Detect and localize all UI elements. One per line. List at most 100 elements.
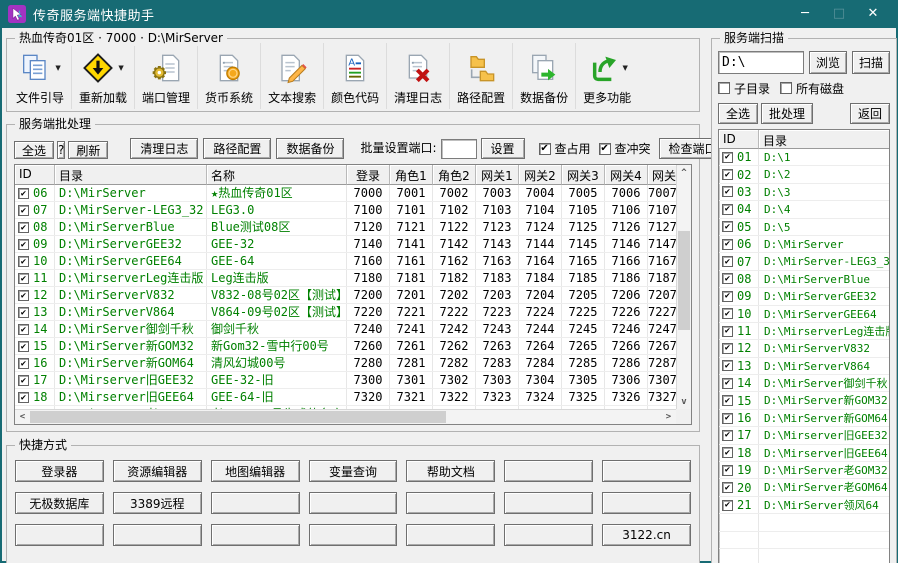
check-occupied-group[interactable]: ✔ 查占用 xyxy=(539,138,591,159)
scan-list-row[interactable]: ✔15D:\MirServer新GOM32 xyxy=(719,392,889,409)
row-checkbox[interactable]: ✔ xyxy=(18,188,29,199)
scroll-up-icon[interactable]: ^ xyxy=(677,165,691,180)
scan-list-row[interactable]: ✔21D:\MirServer领风64 xyxy=(719,497,889,514)
close-button[interactable]: ✕ xyxy=(864,5,882,23)
shortcut-button-empty[interactable] xyxy=(309,492,398,514)
scan-row-checkbox[interactable]: ✔ xyxy=(722,204,733,215)
toolbar-button-clear-log[interactable]: 清理日志 xyxy=(386,43,449,109)
scan-list-row[interactable]: ✔03D:\3 xyxy=(719,184,889,201)
shortcut-button[interactable]: 3122.cn xyxy=(602,524,691,546)
shortcut-button-empty[interactable] xyxy=(15,524,104,546)
table-row[interactable]: ✔17D:\Mirserver旧GEE32GEE-32-旧73007301730… xyxy=(15,372,676,389)
column-header[interactable]: 网关1 xyxy=(476,165,519,185)
row-checkbox[interactable]: ✔ xyxy=(18,392,29,403)
select-all-button[interactable]: 全选 xyxy=(14,141,54,159)
dropdown-arrow-icon[interactable]: ▼ xyxy=(622,64,627,72)
table-row[interactable]: ✔09D:\MirServerGEE32GEE-3271407141714271… xyxy=(15,236,676,253)
dropdown-arrow-icon[interactable]: ▼ xyxy=(55,64,60,72)
column-header[interactable]: 网关3 xyxy=(562,165,605,185)
scan-row-checkbox[interactable]: ✔ xyxy=(722,482,733,493)
shortcut-button[interactable]: 资源编辑器 xyxy=(113,460,202,482)
row-checkbox[interactable]: ✔ xyxy=(18,256,29,267)
column-header[interactable]: 网关4 xyxy=(605,165,648,185)
scroll-down-icon[interactable]: v xyxy=(677,394,691,409)
scroll-left-icon[interactable]: < xyxy=(15,410,30,424)
scan-row-checkbox[interactable]: ✔ xyxy=(722,326,733,337)
toolbar-button-port-manage[interactable]: 端口管理 xyxy=(134,43,197,109)
scan-row-checkbox[interactable]: ✔ xyxy=(722,152,733,163)
toolbar-button-text-search[interactable]: 文本搜索 xyxy=(260,43,323,109)
row-checkbox[interactable]: ✔ xyxy=(18,273,29,284)
column-header[interactable]: 网关2 xyxy=(519,165,562,185)
shortcut-button-empty[interactable] xyxy=(406,524,495,546)
vertical-scrollbar[interactable]: ^ v xyxy=(676,165,691,409)
refresh-button[interactable]: 刷新 xyxy=(68,141,108,159)
scan-list-row[interactable]: ✔08D:\MirServerBlue xyxy=(719,271,889,288)
scan-row-checkbox[interactable]: ✔ xyxy=(722,256,733,267)
horizontal-scroll-thumb[interactable] xyxy=(30,411,446,423)
scan-row-checkbox[interactable]: ✔ xyxy=(722,430,733,441)
scan-row-checkbox[interactable]: ✔ xyxy=(722,239,733,250)
scan-list-row[interactable]: ✔17D:\Mirserver旧GEE32 xyxy=(719,427,889,444)
row-checkbox[interactable]: ✔ xyxy=(18,375,29,386)
scan-list-row[interactable]: ✔12D:\MirServerV832 xyxy=(719,340,889,357)
scan-column-header[interactable]: 目录 xyxy=(759,130,889,149)
dropdown-arrow-icon[interactable]: ▼ xyxy=(118,64,123,72)
browse-button[interactable]: 浏览 xyxy=(809,51,847,74)
scan-row-checkbox[interactable]: ✔ xyxy=(722,465,733,476)
table-row[interactable]: ✔11D:\MirserverLeg连击版Leg连击版7180718171827… xyxy=(15,270,676,287)
scan-path-input[interactable] xyxy=(718,51,804,74)
table-row[interactable]: ✔08D:\MirServerBlueBlue测试08区712071217122… xyxy=(15,219,676,236)
column-header[interactable]: 角色1 xyxy=(390,165,433,185)
scan-list-row[interactable]: ✔19D:\MirServer老GOM32 xyxy=(719,462,889,479)
shortcut-button[interactable]: 帮助文档 xyxy=(406,460,495,482)
help-button[interactable]: ? xyxy=(57,141,65,159)
toolbar-button-file-guide[interactable]: ▼ 文件引导 xyxy=(9,43,71,109)
toolbar-button-path-config[interactable]: 路径配置 xyxy=(449,43,512,109)
scan-list-row[interactable]: ✔07D:\MirServer-LEG3_32 xyxy=(719,253,889,270)
scan-list-row[interactable]: ✔20D:\MirServer老GOM64 xyxy=(719,479,889,496)
batch-port-input[interactable] xyxy=(441,139,477,159)
shortcut-button-empty[interactable] xyxy=(113,524,202,546)
shortcut-button[interactable]: 变量查询 xyxy=(309,460,398,482)
scan-row-checkbox[interactable]: ✔ xyxy=(722,360,733,371)
scan-row-checkbox[interactable]: ✔ xyxy=(722,413,733,424)
vertical-scroll-track[interactable] xyxy=(677,180,691,394)
shortcut-button[interactable]: 地图编辑器 xyxy=(211,460,300,482)
column-header[interactable]: 角色2 xyxy=(433,165,476,185)
scan-batch-button[interactable]: 批处理 xyxy=(761,103,813,124)
row-checkbox[interactable]: ✔ xyxy=(18,341,29,352)
toolbar-button-more-features[interactable]: ▼ 更多功能 xyxy=(575,43,638,109)
scan-list-row[interactable]: ✔04D:\4 xyxy=(719,201,889,218)
table-row[interactable]: ✔18D:\Mirserver旧GEE64GEE-64-旧73207321732… xyxy=(15,389,676,406)
table-row[interactable]: ✔15D:\MirServer新GOM32新Gom32-雪中行00号726072… xyxy=(15,338,676,355)
row-checkbox[interactable]: ✔ xyxy=(18,239,29,250)
toolbar-button-data-backup[interactable]: 数据备份 xyxy=(512,43,575,109)
scan-list-row[interactable]: ✔01D:\1 xyxy=(719,149,889,166)
row-checkbox[interactable]: ✔ xyxy=(18,324,29,335)
table-row[interactable]: ✔16D:\MirServer新GOM64清风幻城00号728072817282… xyxy=(15,355,676,372)
toolbar-button-reload[interactable]: ▼ 重新加载 xyxy=(71,43,134,109)
scan-row-checkbox[interactable]: ✔ xyxy=(722,343,733,354)
column-header[interactable]: 目录 xyxy=(55,165,207,185)
scan-list-row[interactable]: ✔11D:\MirserverLeg连击版 xyxy=(719,323,889,340)
table-row[interactable]: ✔07D:\MirServer-LEG3_32LEG3.071007101710… xyxy=(15,202,676,219)
scroll-right-icon[interactable]: > xyxy=(661,410,676,424)
shortcut-button[interactable]: 登录器 xyxy=(15,460,104,482)
row-checkbox[interactable]: ✔ xyxy=(18,307,29,318)
toolbar-button-currency[interactable]: 货币系统 xyxy=(197,43,260,109)
table-row[interactable]: ✔13D:\MirServerV864V864-09号02区【测试】722072… xyxy=(15,304,676,321)
scan-list-row[interactable]: ✔13D:\MirServerV864 xyxy=(719,358,889,375)
row-checkbox[interactable]: ✔ xyxy=(18,205,29,216)
scan-row-checkbox[interactable]: ✔ xyxy=(722,169,733,180)
shortcut-button-empty[interactable] xyxy=(504,524,593,546)
column-header[interactable]: 登录 xyxy=(347,165,390,185)
scan-row-checkbox[interactable]: ✔ xyxy=(722,186,733,197)
table-row[interactable]: ✔14D:\MirServer御剑千秋御剑千秋72407241724272437… xyxy=(15,321,676,338)
shortcut-button-empty[interactable] xyxy=(602,492,691,514)
scan-list-row[interactable]: ✔05D:\5 xyxy=(719,219,889,236)
table-row[interactable]: ✔12D:\MirServerV832V832-08号02区【测试】720072… xyxy=(15,287,676,304)
scan-column-header[interactable]: ID xyxy=(719,130,759,149)
scan-list-row[interactable]: ✔09D:\MirServerGEE32 xyxy=(719,288,889,305)
row-checkbox[interactable]: ✔ xyxy=(18,358,29,369)
